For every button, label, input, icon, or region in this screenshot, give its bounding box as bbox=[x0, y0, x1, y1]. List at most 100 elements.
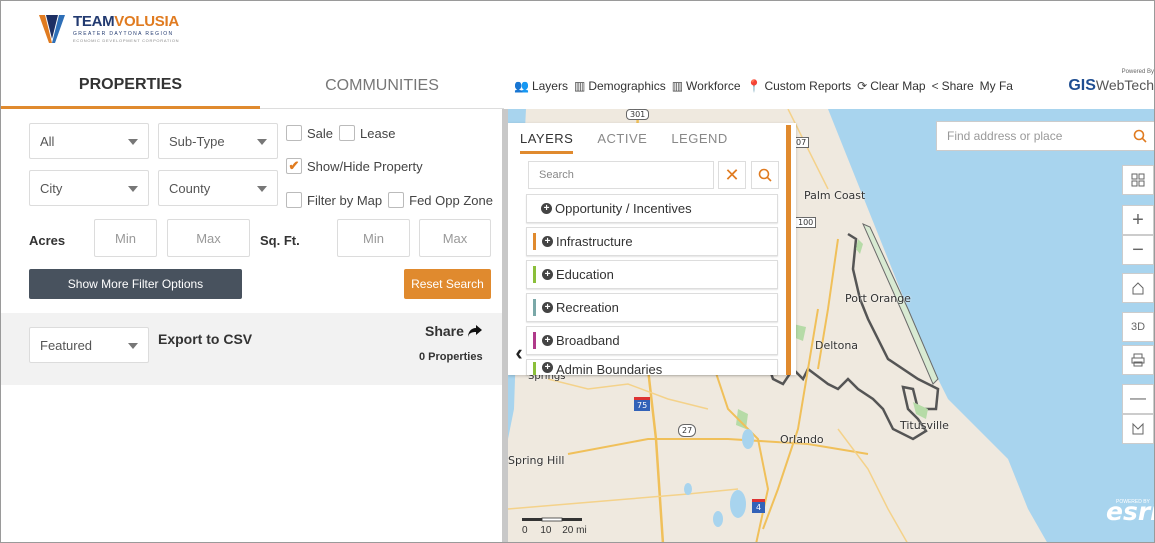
type-select[interactable]: All bbox=[29, 123, 149, 159]
sqft-min-input[interactable]: Min bbox=[337, 219, 410, 257]
zoom-out-button[interactable]: − bbox=[1122, 235, 1154, 265]
scale-bar-graphic bbox=[522, 517, 582, 522]
label-titusville: Titusville bbox=[900, 419, 949, 432]
tab-active[interactable]: ACTIVE bbox=[597, 131, 647, 148]
team-volusia-logo[interactable]: TEAMVOLUSIA GREATER DAYTONA REGION ECONO… bbox=[37, 9, 179, 47]
layer-color-swatch bbox=[533, 332, 536, 349]
acres-min-input[interactable]: Min bbox=[94, 219, 157, 257]
sqft-label: Sq. Ft. bbox=[260, 233, 300, 248]
lease-label: Lease bbox=[360, 125, 396, 141]
route-75-shield: 75 bbox=[634, 397, 651, 411]
label-orlando: Orlando bbox=[780, 433, 824, 446]
label-deltona: Deltona bbox=[815, 339, 859, 352]
tab-layers[interactable]: LAYERS bbox=[520, 131, 574, 154]
label-palm-coast: Palm Coast bbox=[804, 189, 866, 202]
find-address-input[interactable]: Find address or place bbox=[937, 129, 1125, 143]
subtype-select-value: Sub-Type bbox=[169, 133, 225, 149]
measure-area-button[interactable] bbox=[1122, 414, 1154, 444]
toolbar-demographics-label: Demographics bbox=[588, 79, 666, 93]
chevron-down-icon bbox=[257, 186, 267, 192]
layers-search-button[interactable] bbox=[751, 161, 779, 189]
measure-line-button[interactable]: — bbox=[1122, 384, 1154, 414]
home-button[interactable] bbox=[1122, 273, 1154, 303]
find-address-box: Find address or place bbox=[936, 121, 1154, 151]
layer-item-infrastructure[interactable]: + Infrastructure bbox=[526, 227, 778, 256]
print-button[interactable] bbox=[1122, 345, 1154, 375]
map-view[interactable]: 301 07 100 27 75 4 Palm Coast Port Orang… bbox=[508, 109, 1154, 542]
county-select[interactable]: County bbox=[158, 170, 278, 206]
route-301-shield: 301 bbox=[626, 109, 650, 120]
toolbar-layers-label: Layers bbox=[531, 79, 568, 93]
sqft-max-input[interactable]: Max bbox=[419, 219, 491, 257]
fed-opp-zone-checkbox[interactable] bbox=[388, 192, 405, 208]
zoom-in-button[interactable]: + bbox=[1122, 205, 1154, 235]
toolbar-share[interactable]: < Share bbox=[932, 79, 974, 93]
basemap-gallery-button[interactable] bbox=[1122, 165, 1154, 195]
tab-legend[interactable]: LEGEND bbox=[671, 131, 727, 148]
plus-circle-icon: + bbox=[542, 302, 553, 313]
layer-item-admin-boundaries[interactable]: + Admin Boundaries bbox=[526, 359, 778, 375]
scale-label-20: 20 mi bbox=[562, 525, 587, 536]
scale-labels: 0 10 20 mi bbox=[522, 525, 587, 536]
collapse-panel-button[interactable]: ‹ bbox=[508, 318, 530, 388]
layer-item-education[interactable]: + Education bbox=[526, 260, 778, 289]
toolbar-demographics[interactable]: ▥ Demographics bbox=[574, 79, 666, 93]
county-select-value: County bbox=[169, 180, 211, 196]
label-spring-hill: Spring Hill bbox=[508, 454, 565, 467]
acres-label: Acres bbox=[29, 233, 66, 248]
layer-item-recreation[interactable]: + Recreation bbox=[526, 293, 778, 322]
acres-max-input[interactable]: Max bbox=[167, 219, 250, 257]
filter-map-row: Filter by Map Fed Opp Zone bbox=[286, 192, 497, 208]
search-icon bbox=[758, 168, 772, 182]
3d-button[interactable]: 3D bbox=[1122, 312, 1154, 342]
export-csv-link[interactable]: Export to CSV bbox=[158, 331, 252, 347]
filter-by-map-checkbox[interactable] bbox=[286, 192, 302, 208]
plus-circle-icon: + bbox=[542, 236, 553, 247]
layer-color-swatch bbox=[533, 233, 536, 250]
tab-communities[interactable]: COMMUNITIES bbox=[260, 63, 504, 109]
city-select[interactable]: City bbox=[29, 170, 149, 206]
logo-mark-icon bbox=[37, 9, 67, 47]
toolbar-clear-map[interactable]: ⟳ Clear Map bbox=[857, 79, 925, 93]
plus-icon: + bbox=[1132, 208, 1144, 231]
layer-item-label: Infrastructure bbox=[556, 234, 633, 249]
map-icon: ▥ bbox=[573, 79, 586, 93]
toolbar-my-favorites[interactable]: My Fa bbox=[980, 79, 1013, 93]
route-100-shield: 100 bbox=[795, 217, 817, 228]
layers-scrollbar[interactable] bbox=[786, 125, 791, 375]
tab-properties[interactable]: PROPERTIES bbox=[1, 63, 260, 109]
layers-panel: LAYERS ACTIVE LEGEND Search ✕ + Opportun… bbox=[508, 123, 796, 375]
layers-search-input[interactable]: Search bbox=[528, 161, 714, 189]
layer-item-broadband[interactable]: + Broadband bbox=[526, 326, 778, 355]
property-count: 0 Properties bbox=[419, 351, 483, 363]
chevron-left-icon: ‹ bbox=[515, 340, 523, 365]
toolbar-custom-reports[interactable]: 📍 Custom Reports bbox=[747, 79, 852, 93]
logo-title: TEAMVOLUSIA bbox=[73, 13, 179, 30]
logo-subtitle: GREATER DAYTONA REGION bbox=[73, 31, 174, 37]
toolbar-layers[interactable]: 👥 Layers bbox=[514, 79, 568, 93]
home-icon bbox=[1132, 282, 1144, 295]
search-icon[interactable] bbox=[1125, 122, 1154, 150]
chevron-down-icon bbox=[128, 186, 138, 192]
layer-item-label: Admin Boundaries bbox=[556, 362, 663, 375]
layer-item-label: Recreation bbox=[556, 300, 619, 315]
share-arrow-icon bbox=[467, 325, 482, 337]
reset-search-button[interactable]: Reset Search bbox=[404, 269, 491, 299]
route-27-shield: 27 bbox=[678, 424, 697, 437]
layer-item-opportunity[interactable]: + Opportunity / Incentives bbox=[526, 194, 778, 223]
share-button[interactable]: Share bbox=[425, 323, 483, 339]
toolbar-workforce[interactable]: ▥ Workforce bbox=[672, 79, 741, 93]
header-bar: TEAMVOLUSIA GREATER DAYTONA REGION ECONO… bbox=[1, 1, 1154, 63]
toolbar-custom-reports-label: Custom Reports bbox=[764, 79, 852, 93]
show-more-filters-button[interactable]: Show More Filter Options bbox=[29, 269, 242, 299]
gis-webtech-logo: Powered By GISWebTech bbox=[1066, 69, 1154, 101]
toolbar-share-label: Share bbox=[941, 79, 974, 93]
subtype-select[interactable]: Sub-Type bbox=[158, 123, 278, 159]
lease-checkbox[interactable] bbox=[339, 125, 356, 141]
layer-color-swatch bbox=[533, 266, 536, 283]
scale-label-0: 0 bbox=[522, 525, 528, 536]
sort-select[interactable]: Featured bbox=[29, 327, 149, 363]
show-hide-checkbox[interactable]: ✔ bbox=[286, 158, 302, 174]
clear-search-button[interactable]: ✕ bbox=[718, 161, 746, 189]
sale-checkbox[interactable] bbox=[286, 125, 302, 141]
